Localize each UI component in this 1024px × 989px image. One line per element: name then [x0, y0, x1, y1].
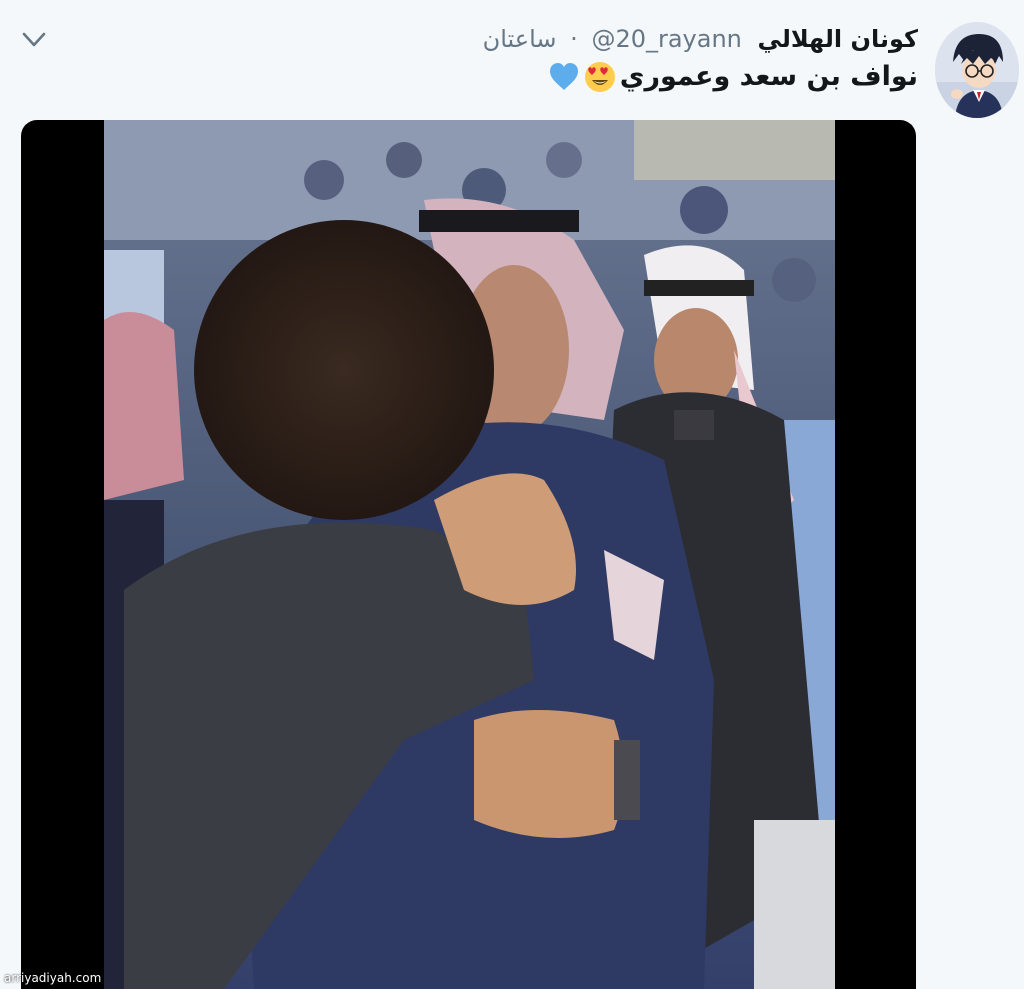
smiling-face-with-heart-eyes-icon [584, 61, 616, 93]
separator-dot: · [570, 25, 578, 53]
user-handle[interactable]: @20_rayann [591, 25, 741, 53]
watermark: arriyadiyah.com [4, 971, 102, 985]
tweet-header: كونان الهلالي @20_rayann · ساعتان [483, 22, 918, 56]
chevron-down-icon[interactable] [20, 28, 48, 52]
blue-heart-icon [548, 61, 580, 93]
tweet-text: نواف بن سعد وعموري [619, 61, 918, 92]
avatar[interactable] [935, 22, 1019, 118]
timestamp[interactable]: ساعتان [483, 25, 557, 53]
tweet-text-line: نواف بن سعد وعموري [548, 58, 918, 96]
display-name[interactable]: كونان الهلالي [758, 25, 918, 53]
tweet-card[interactable]: كونان الهلالي @20_rayann · ساعتان نواف ب… [0, 0, 1024, 989]
media-video[interactable] [21, 120, 916, 989]
video-frame[interactable] [104, 120, 835, 989]
